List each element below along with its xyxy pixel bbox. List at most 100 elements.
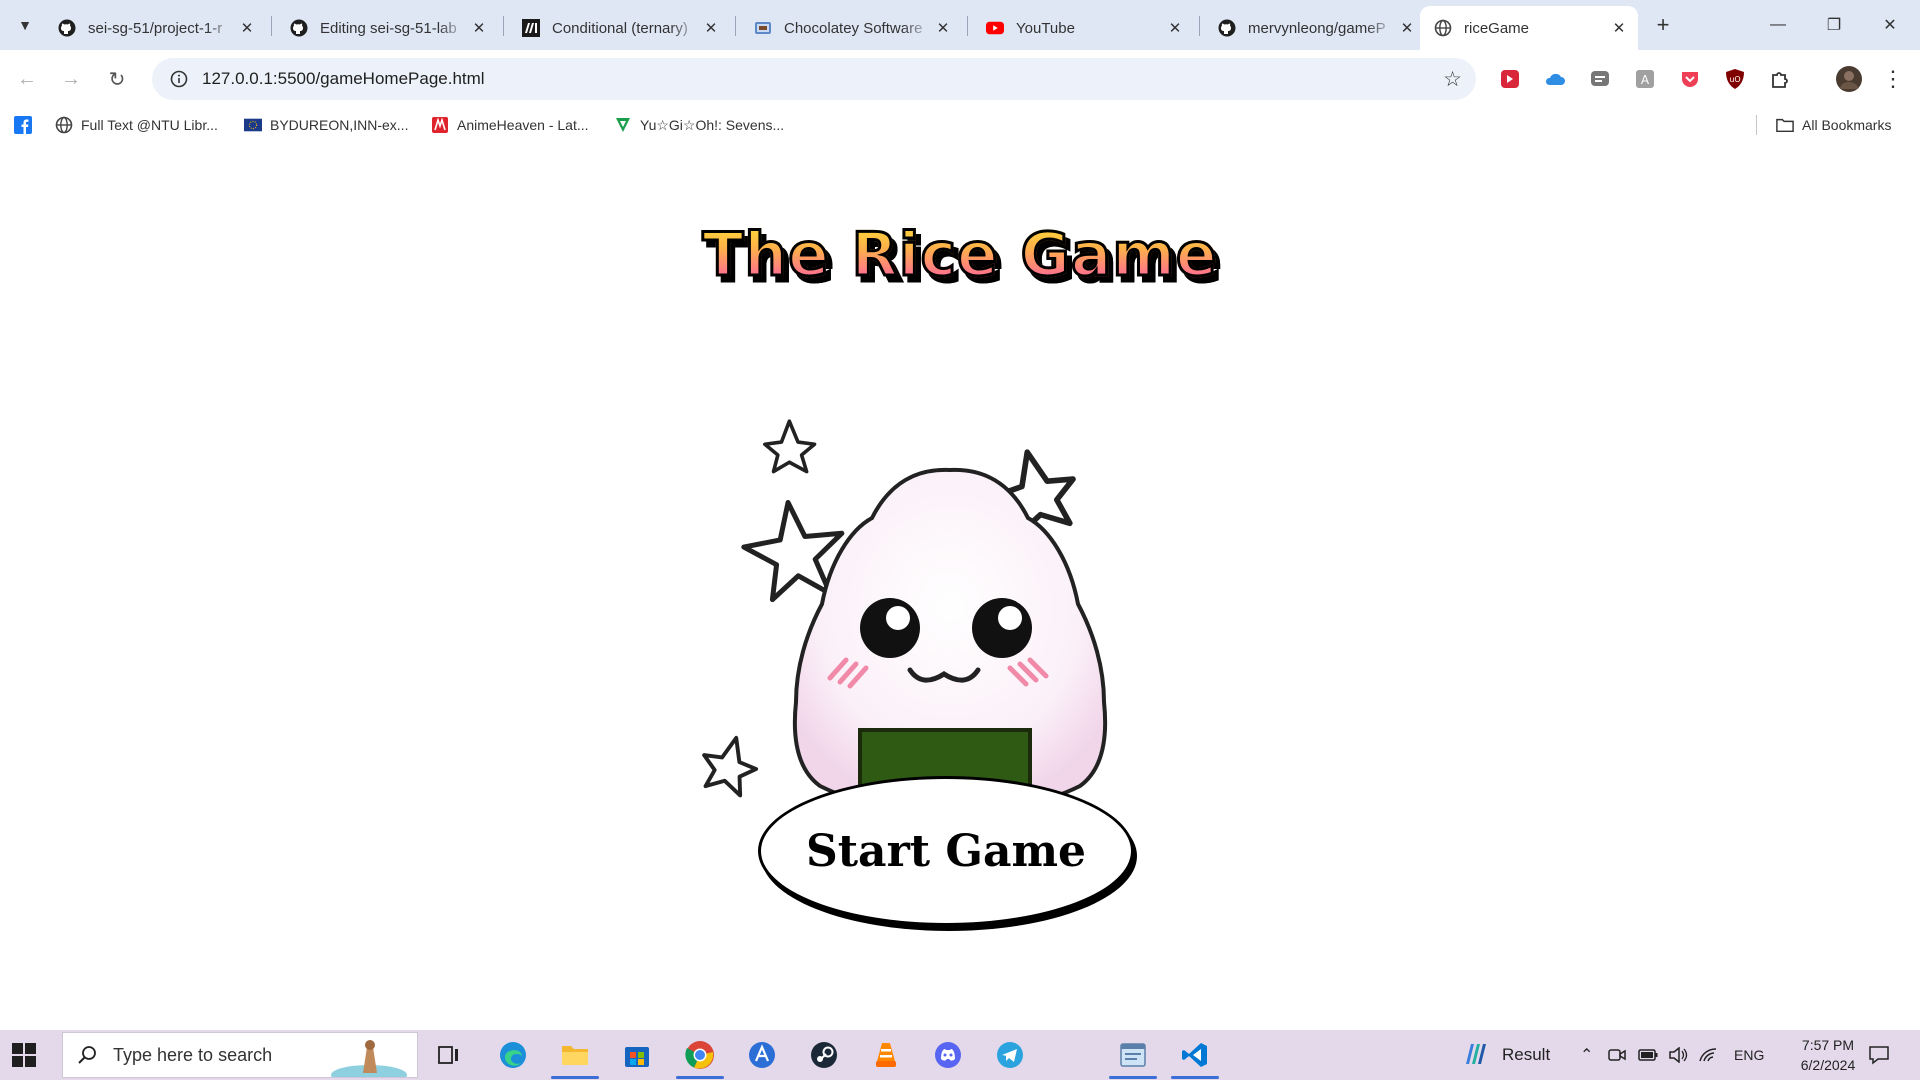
tab-chocolatey[interactable]: Chocolatey Software ✕ xyxy=(740,6,962,50)
bookmark-yugioh[interactable]: Yu☆Gi☆Oh!: Sevens... xyxy=(614,113,784,137)
vscode-icon[interactable] xyxy=(1178,1038,1212,1072)
tab-title: Conditional (ternary) xyxy=(552,19,688,37)
language-indicator[interactable]: ENG xyxy=(1734,1030,1764,1080)
start-game-button[interactable]: Start Game xyxy=(758,776,1134,926)
tab-editing-lab[interactable]: Editing sei-sg-51-lab ✕ xyxy=(276,6,498,50)
folder-icon xyxy=(1776,116,1794,134)
close-icon[interactable]: ✕ xyxy=(1396,17,1418,39)
menu-kebab-icon[interactable]: ⋮ xyxy=(1880,66,1906,92)
tab-youtube[interactable]: YouTube ✕ xyxy=(972,6,1194,50)
close-icon[interactable]: ✕ xyxy=(1164,17,1186,39)
app-blue-icon[interactable] xyxy=(745,1038,779,1072)
bookmarks-divider xyxy=(1756,115,1757,135)
address-bar[interactable]: 127.0.0.1:5500/gameHomePage.html ☆ xyxy=(152,58,1476,100)
site-info-icon[interactable] xyxy=(166,70,192,88)
facebook-icon xyxy=(14,116,32,134)
telegram-icon[interactable] xyxy=(993,1038,1027,1072)
plus-icon: + xyxy=(1656,12,1670,37)
new-tab-button[interactable]: + xyxy=(1648,10,1678,40)
close-window-button[interactable]: ✕ xyxy=(1862,0,1918,50)
bookmark-ntu-library[interactable]: Full Text @NTU Libr... xyxy=(55,113,218,137)
extension-red-icon[interactable] xyxy=(1497,66,1523,92)
chrome-icon[interactable] xyxy=(683,1038,717,1072)
tab-title: sei-sg-51/project-1-r xyxy=(88,19,223,37)
notifications-icon[interactable] xyxy=(1868,1030,1890,1080)
running-indicator xyxy=(1171,1076,1219,1079)
tab-divider xyxy=(1199,16,1200,36)
ublock-origin-icon[interactable]: uO xyxy=(1722,66,1748,92)
notepad-app-icon[interactable] xyxy=(1116,1038,1150,1072)
weather-widget[interactable]: Result xyxy=(1462,1030,1550,1080)
wifi-icon[interactable] xyxy=(1698,1030,1718,1080)
arrow-right-icon: → xyxy=(61,67,81,90)
meet-now-icon[interactable] xyxy=(1608,1030,1626,1080)
tab-title: riceGame xyxy=(1464,19,1530,37)
chat-extension-icon[interactable] xyxy=(1587,66,1613,92)
edge-icon[interactable] xyxy=(496,1038,530,1072)
cloud-icon[interactable] xyxy=(1542,66,1568,92)
tab-mervynleong[interactable]: mervynleong/gameP ✕ xyxy=(1204,6,1426,50)
game-title: The Rice Game xyxy=(0,219,1920,292)
all-bookmarks-button[interactable]: All Bookmarks xyxy=(1776,113,1891,137)
discord-icon[interactable] xyxy=(931,1038,965,1072)
search-placeholder: Type here to search xyxy=(113,1044,273,1065)
bookmark-bydureon[interactable]: BYDUREON,INN-ex... xyxy=(244,113,408,137)
bookmark-label: Full Text @NTU Libr... xyxy=(81,117,218,133)
github-icon xyxy=(1218,19,1236,37)
minimize-button[interactable]: — xyxy=(1750,0,1806,50)
extensions-puzzle-icon[interactable] xyxy=(1767,66,1793,92)
taskbar-search-box[interactable]: Type here to search xyxy=(62,1032,418,1082)
tab-divider xyxy=(735,16,736,36)
show-hidden-icons-button[interactable]: ⌃ xyxy=(1580,1030,1593,1080)
globe-icon xyxy=(55,116,73,134)
clock[interactable]: 7:57 PM 6/2/2024 xyxy=(1782,1030,1874,1080)
restore-button[interactable]: ❐ xyxy=(1806,0,1862,50)
close-icon[interactable]: ✕ xyxy=(932,17,954,39)
windows-taskbar: Type here to search Result ⌃ ENG 7:57 PM… xyxy=(0,1030,1920,1082)
github-icon xyxy=(290,19,308,37)
github-icon xyxy=(58,19,76,37)
clock-time: 7:57 PM xyxy=(1801,1037,1855,1053)
close-icon[interactable]: ✕ xyxy=(468,17,490,39)
bookmark-facebook[interactable] xyxy=(14,113,40,137)
battery-icon[interactable] xyxy=(1638,1030,1658,1080)
globe-icon xyxy=(1434,19,1452,37)
svg-text:A: A xyxy=(1641,73,1650,87)
reload-button[interactable]: ↻ xyxy=(102,64,132,94)
bookmark-label: BYDUREON,INN-ex... xyxy=(270,117,409,133)
url-text[interactable]: 127.0.0.1:5500/gameHomePage.html xyxy=(202,69,485,89)
close-icon: ✕ xyxy=(1883,17,1897,34)
profile-avatar[interactable] xyxy=(1833,63,1865,95)
microsoft-store-icon[interactable] xyxy=(620,1038,654,1072)
volume-icon[interactable] xyxy=(1668,1030,1688,1080)
youtube-icon xyxy=(986,19,1004,37)
tab-ricegame[interactable]: riceGame ✕ xyxy=(1420,6,1638,50)
clock-date: 6/2/2024 xyxy=(1800,1057,1856,1073)
tab-divider xyxy=(271,16,272,36)
tab-conditional-ternary[interactable]: Conditional (ternary) ✕ xyxy=(508,6,730,50)
tab-title: mervynleong/gameP xyxy=(1248,19,1386,37)
cricket-icon xyxy=(1462,1040,1488,1070)
steam-icon[interactable] xyxy=(807,1038,841,1072)
bookmark-animeheaven[interactable]: AnimeHeaven - Lat... xyxy=(431,113,589,137)
close-icon[interactable]: ✕ xyxy=(236,17,258,39)
file-explorer-icon[interactable] xyxy=(558,1038,592,1072)
task-view-icon[interactable] xyxy=(432,1038,466,1072)
forward-button[interactable]: → xyxy=(56,64,86,94)
tab-project-1[interactable]: sei-sg-51/project-1-r ✕ xyxy=(44,6,266,50)
vlc-icon[interactable] xyxy=(869,1038,903,1072)
windows-start-icon[interactable] xyxy=(12,1043,36,1067)
tab-title: Editing sei-sg-51-lab xyxy=(320,19,457,37)
bookmark-label: All Bookmarks xyxy=(1802,117,1892,133)
back-button[interactable]: ← xyxy=(12,64,42,94)
bookmark-star-icon[interactable]: ☆ xyxy=(1443,67,1462,92)
close-icon[interactable]: ✕ xyxy=(700,17,722,39)
chevron-up-icon: ⌃ xyxy=(1580,1047,1594,1064)
weather-label: Result xyxy=(1502,1045,1551,1064)
translate-extension-icon[interactable]: A xyxy=(1632,66,1658,92)
close-icon[interactable]: ✕ xyxy=(1608,17,1630,39)
running-indicator xyxy=(551,1076,599,1079)
pocket-icon[interactable] xyxy=(1677,66,1703,92)
running-indicator xyxy=(676,1076,724,1079)
tab-search-button[interactable]: ▼ xyxy=(10,10,40,40)
